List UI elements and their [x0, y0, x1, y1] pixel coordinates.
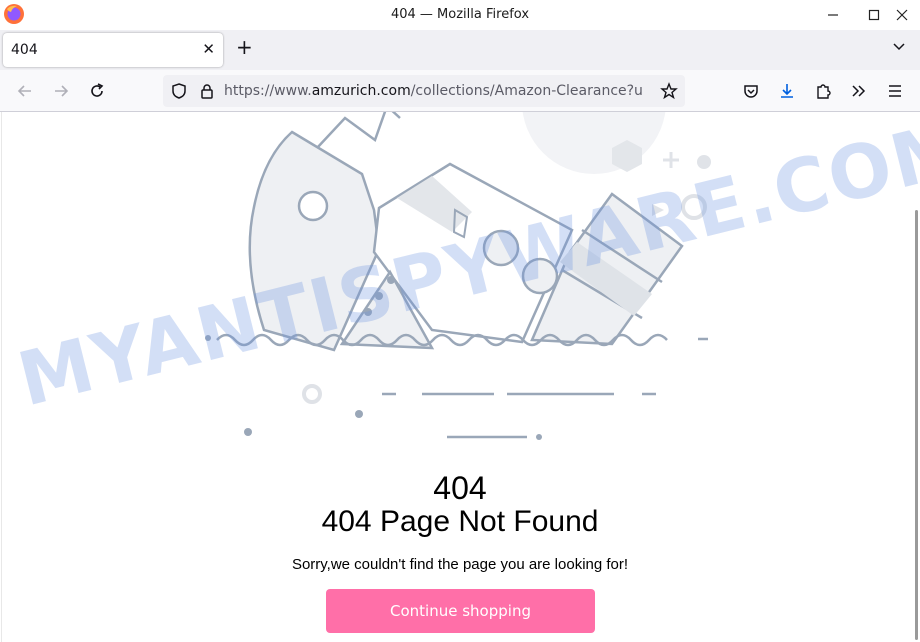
tab-label: 404 — [11, 42, 38, 58]
ship-mast — [316, 112, 401, 149]
error-message: Sorry,we couldn't find the page you are … — [291, 556, 629, 573]
pocket-icon — [744, 85, 758, 98]
forward-button[interactable] — [50, 80, 72, 102]
url-domain: amzurich.com — [311, 83, 411, 99]
minimize-icon — [828, 14, 838, 16]
url-text[interactable]: https://www.amzurich.com/collections/Ama… — [224, 83, 654, 99]
back-button[interactable] — [14, 80, 36, 102]
close-icon — [896, 9, 908, 21]
app-menu-button[interactable] — [884, 80, 906, 102]
reload-icon — [91, 83, 104, 97]
extensions-button[interactable] — [812, 80, 834, 102]
minimize-button[interactable] — [815, 0, 851, 30]
tab-close-icon[interactable]: ✕ — [202, 40, 215, 58]
back-arrow-icon — [17, 85, 31, 97]
download-icon — [781, 84, 793, 98]
close-window-button[interactable] — [884, 0, 920, 30]
more-tools-button[interactable] — [848, 80, 870, 102]
site-security-button[interactable] — [196, 80, 218, 102]
chevron-double-right-icon — [852, 85, 866, 97]
pocket-button[interactable] — [740, 80, 762, 102]
hamburger-menu-icon — [889, 85, 901, 97]
continue-shopping-button[interactable]: Continue shopping — [326, 589, 595, 633]
bubble — [355, 410, 363, 418]
background-circle — [522, 112, 666, 174]
downloads-button[interactable] — [776, 80, 798, 102]
window-title: 404 — Mozilla Firefox — [390, 7, 530, 22]
list-all-tabs-icon[interactable] — [892, 40, 906, 54]
star-icon — [660, 82, 678, 100]
error-code: 404 — [433, 470, 487, 506]
page-scrollbar[interactable] — [915, 210, 918, 640]
url-prefix: https://www. — [224, 83, 312, 99]
forward-arrow-icon — [55, 85, 69, 97]
bubble-ring — [302, 384, 322, 404]
window-titlebar: 404 — Mozilla Firefox — [0, 0, 920, 30]
porthole — [297, 190, 329, 222]
bubble — [244, 428, 252, 436]
tab-bar: 404 ✕ — [0, 30, 920, 70]
tracking-protection-button[interactable] — [168, 80, 190, 102]
puzzle-icon — [817, 84, 831, 99]
plus-decor-icon — [663, 152, 679, 168]
bubble — [536, 434, 542, 440]
lock-icon — [201, 84, 213, 99]
bookmark-star-button[interactable] — [658, 80, 680, 102]
maximize-icon — [868, 9, 880, 21]
new-tab-button[interactable]: + — [236, 36, 253, 58]
reload-button[interactable] — [86, 80, 108, 102]
url-path: /collections/Amazon-Clearance?u — [410, 83, 643, 99]
page-title: 404 Page Not Found — [321, 505, 599, 538]
shield-icon — [172, 83, 186, 99]
tab-404[interactable]: 404 ✕ — [3, 33, 223, 67]
